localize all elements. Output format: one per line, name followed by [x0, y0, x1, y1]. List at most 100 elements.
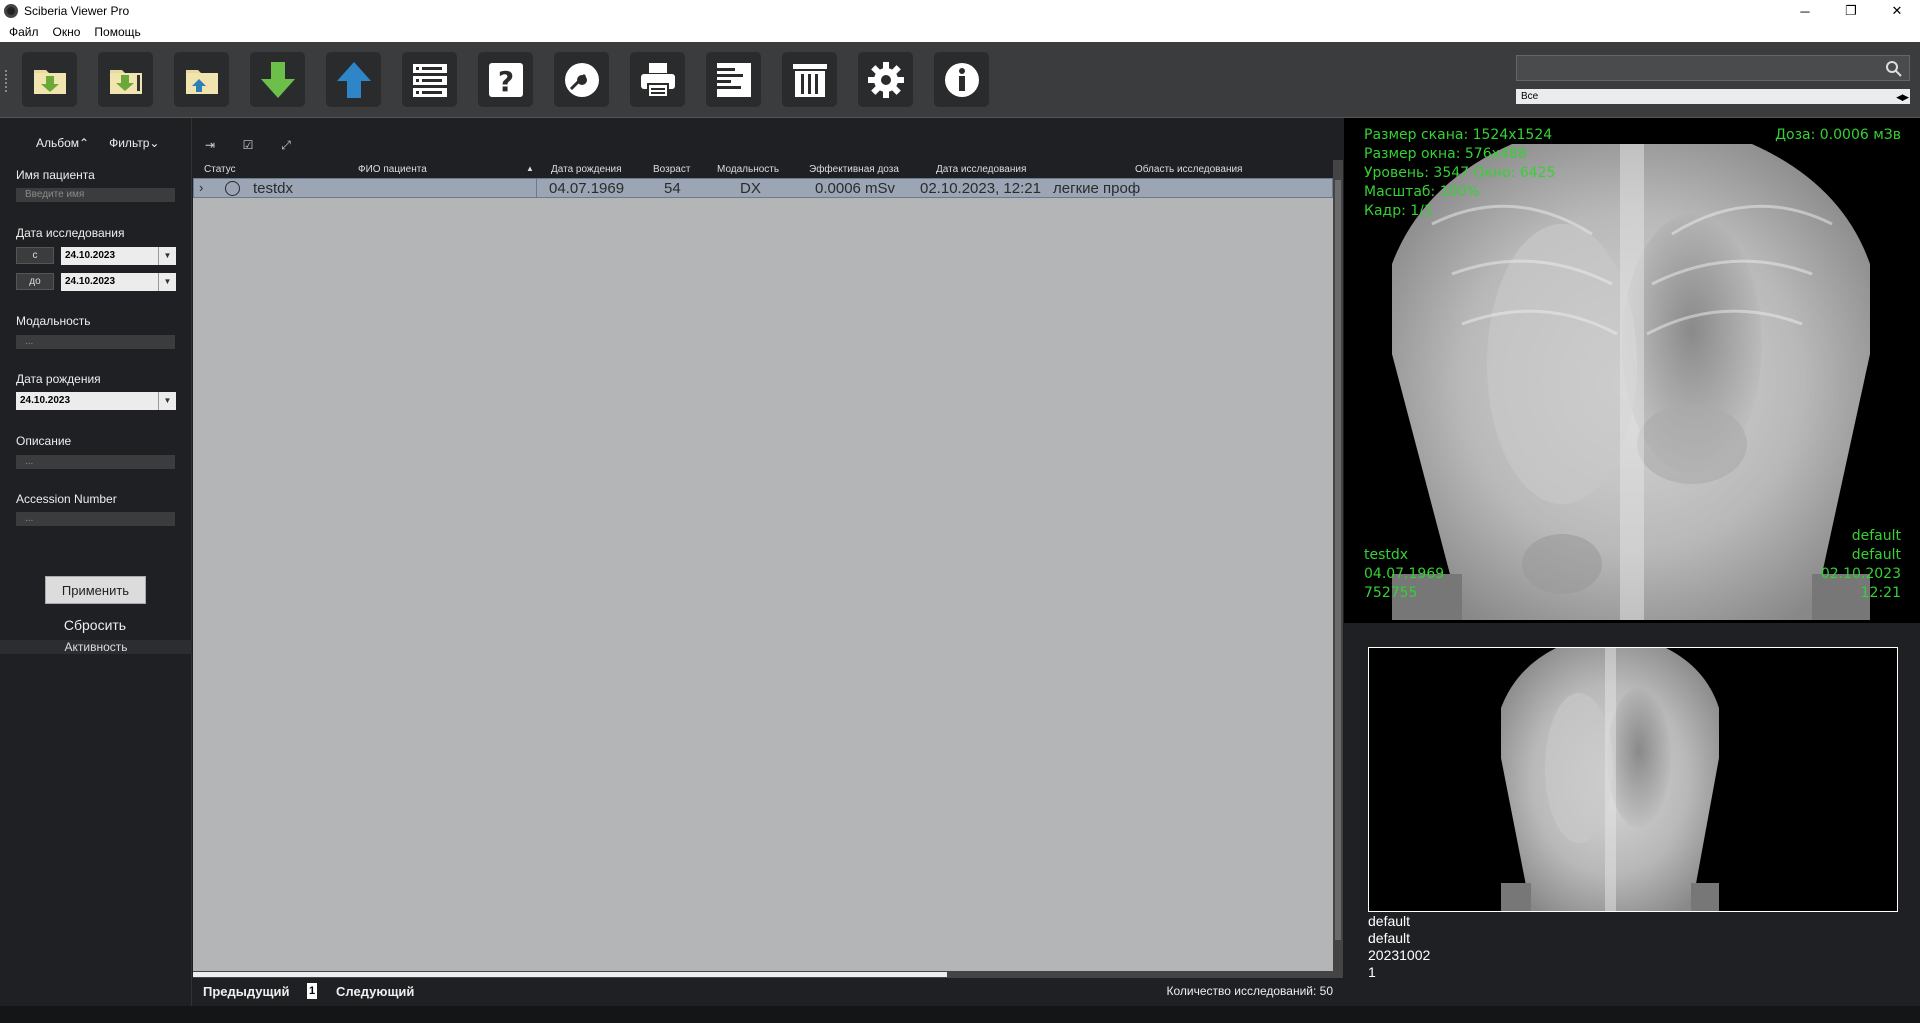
col-region[interactable]: Область исследования: [1135, 164, 1242, 175]
info-button[interactable]: [934, 52, 989, 107]
download-button[interactable]: [250, 52, 305, 107]
expand-chevron-icon[interactable]: ›: [199, 180, 203, 195]
search-input[interactable]: [1516, 55, 1910, 81]
to-label: до: [16, 273, 54, 290]
col-age[interactable]: Возраст: [653, 164, 690, 175]
arrow-down-icon: [260, 61, 295, 98]
study-time-overlay: 12:21: [1860, 585, 1901, 601]
col-dose[interactable]: Эффективная доза: [809, 164, 899, 175]
pin-icon[interactable]: ⇥: [199, 136, 221, 154]
overlay-bottom-left: testdx 04.07.1969 752755: [1364, 546, 1444, 603]
horizontal-scrollbar[interactable]: [193, 971, 1343, 978]
arrow-up-icon: [336, 61, 371, 98]
apply-button[interactable]: Применить: [45, 576, 146, 604]
thumb-station: default: [1368, 930, 1411, 946]
menu-file[interactable]: Файл: [4, 25, 44, 39]
pagination: Предыдущий 1 Следующий Количество исслед…: [193, 978, 1343, 1006]
col-birth-date[interactable]: Дата рождения: [551, 164, 622, 175]
station-overlay: default: [1851, 547, 1901, 563]
scrollbar-thumb[interactable]: [1335, 180, 1341, 940]
studies-count: Количество исследований: 50: [1166, 984, 1333, 998]
menu-window[interactable]: Окно: [48, 25, 86, 39]
open-local-button[interactable]: [174, 52, 229, 107]
chevron-down-icon[interactable]: ▼: [158, 392, 176, 410]
current-page[interactable]: 1: [307, 983, 317, 999]
menu-bar: Файл Окно Помощь: [0, 22, 1920, 42]
col-status[interactable]: Статус: [204, 164, 236, 175]
expand-icon[interactable]: ⤢: [275, 136, 297, 154]
question-icon: ?: [488, 62, 523, 98]
chevron-down-icon[interactable]: ▼: [158, 273, 176, 291]
tab-album[interactable]: Альбом⌃: [36, 136, 89, 150]
column-divider: [536, 179, 537, 197]
from-label: с: [16, 247, 54, 264]
filter-select[interactable]: Все ◀▶: [1516, 89, 1910, 104]
search-icon[interactable]: [1885, 60, 1903, 78]
menu-help[interactable]: Помощь: [89, 25, 145, 39]
burn-disc-button[interactable]: [554, 52, 609, 107]
upload-button[interactable]: [326, 52, 381, 107]
minimize-button[interactable]: ─: [1782, 0, 1828, 22]
title-bar: Sciberia Viewer Pro ─ ❐ ✕: [0, 0, 1920, 22]
patient-name-input[interactable]: Введите имя: [16, 188, 175, 202]
modality-input[interactable]: ...: [16, 335, 175, 349]
open-folder-button[interactable]: [22, 52, 77, 107]
frame-number: Кадр: 1/1: [1364, 203, 1433, 219]
overlay-top-left: Размер скана: 1524x1524 Размер окна: 576…: [1364, 126, 1556, 221]
from-date-field[interactable]: 24.10.2023 ▼: [61, 247, 176, 265]
overlay-bottom-right: default default 02.10.2023 12:21: [1821, 527, 1901, 603]
to-date-field[interactable]: 24.10.2023 ▼: [61, 273, 176, 291]
panel-tabs: Альбом⌃ Фильтр⌄: [36, 136, 159, 150]
close-button[interactable]: ✕: [1874, 0, 1920, 22]
status-circle-icon: [225, 181, 240, 196]
chevron-down-icon[interactable]: ▼: [158, 247, 176, 265]
prev-page-button[interactable]: Предыдущий: [203, 984, 289, 999]
toolbar-grip[interactable]: [5, 70, 9, 92]
folder-import-icon: [33, 69, 66, 94]
select-arrows-icon[interactable]: ◀▶: [1896, 90, 1909, 105]
sort-asc-icon[interactable]: ▲: [526, 164, 534, 173]
storage-button[interactable]: [402, 52, 457, 107]
info-icon: [944, 62, 979, 97]
import-button[interactable]: [98, 52, 153, 107]
next-page-button[interactable]: Следующий: [336, 984, 414, 999]
tab-filter[interactable]: Фильтр⌄: [109, 136, 159, 150]
description-input[interactable]: ...: [16, 455, 175, 469]
series-thumbnail[interactable]: [1368, 647, 1898, 912]
cell-dose: 0.0006 mSv: [815, 180, 896, 197]
delete-button[interactable]: [782, 52, 837, 107]
maximize-button[interactable]: ❐: [1828, 0, 1874, 22]
accession-input[interactable]: ...: [16, 512, 175, 526]
printer-icon: [640, 62, 675, 98]
checkbox-icon[interactable]: ☑: [237, 136, 259, 154]
col-patient-name[interactable]: ФИО пациента: [358, 164, 427, 175]
filter-panel: Альбом⌃ Фильтр⌄ Имя пациента Введите имя…: [0, 118, 192, 1006]
report-button[interactable]: [706, 52, 761, 107]
thumbnail-xray-image: [1501, 648, 1719, 911]
cell-patient-name: testdx: [253, 180, 294, 197]
col-study-date[interactable]: Дата исследования: [936, 164, 1026, 175]
cell-study-date: 02.10.2023, 12:21: [920, 180, 1041, 197]
help-button[interactable]: ?: [478, 52, 533, 107]
from-date-value: 24.10.2023: [65, 250, 116, 261]
cell-birth-date: 04.07.1969: [549, 180, 625, 197]
activity-tab[interactable]: Активность: [0, 640, 192, 654]
svg-text:?: ?: [497, 65, 513, 98]
image-viewer[interactable]: Размер скана: 1524x1524 Размер окна: 576…: [1344, 118, 1920, 623]
settings-button[interactable]: [858, 52, 913, 107]
reset-button[interactable]: Сбросить: [0, 617, 190, 633]
studies-panel: ⇥ ☑ ⤢ Статус ФИО пациента ▲ Дата рождени…: [193, 118, 1343, 1006]
table-header: Статус ФИО пациента ▲ Дата рождения Возр…: [193, 160, 1343, 178]
institution-overlay: default: [1851, 528, 1901, 544]
scan-size: Размер скана: 1524x1524: [1364, 127, 1553, 143]
vertical-scrollbar[interactable]: [1333, 160, 1343, 971]
study-date-label: Дата исследования: [16, 226, 125, 240]
birth-date-field[interactable]: 24.10.2023 ▼: [16, 392, 176, 410]
scrollbar-thumb[interactable]: [193, 972, 947, 977]
table-row[interactable]: › testdx 04.07.1969 54 DX 0.0006 mSv 02.…: [193, 178, 1333, 198]
print-button[interactable]: [630, 52, 685, 107]
disc-icon: [564, 62, 599, 97]
col-modality[interactable]: Модальность: [717, 164, 779, 175]
accession-label: Accession Number: [16, 492, 117, 506]
server-list-icon: [412, 63, 447, 97]
